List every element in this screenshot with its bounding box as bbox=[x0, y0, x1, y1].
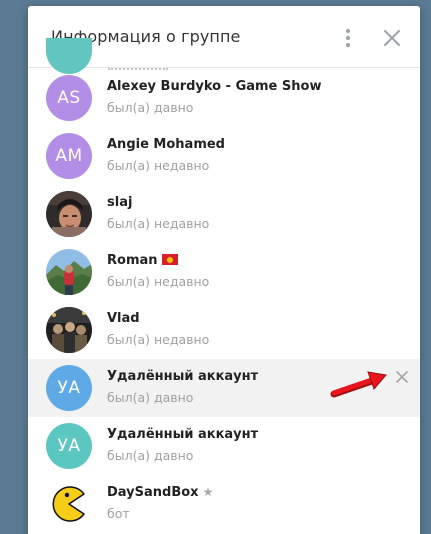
member-status: был(а) давно bbox=[107, 448, 194, 463]
member-status: был(а) недавно bbox=[107, 332, 210, 347]
close-button[interactable] bbox=[382, 28, 402, 48]
member-row[interactable]: УА Удалённый аккаунт был(а) давно bbox=[28, 417, 420, 475]
member-row-hovered[interactable]: УА Удалённый аккаунт был(а) давно bbox=[28, 359, 420, 417]
close-icon bbox=[384, 30, 400, 46]
member-status: был(а) недавно bbox=[107, 274, 210, 289]
member-name: Angie Mohamed bbox=[107, 137, 225, 152]
dot-icon bbox=[346, 36, 350, 40]
red-arrow-icon bbox=[330, 371, 387, 398]
member-name: Удалённый аккаунт bbox=[107, 369, 259, 384]
avatar-initials: AS bbox=[57, 88, 81, 108]
avatar: AM bbox=[46, 133, 92, 179]
member-status: был(а) недавно bbox=[107, 216, 210, 231]
remove-member-button[interactable] bbox=[395, 369, 409, 383]
more-menu-button[interactable] bbox=[340, 26, 356, 50]
photo-avatar bbox=[46, 191, 92, 237]
star-icon: ★ bbox=[202, 485, 214, 499]
member-status: был(а) недавно bbox=[107, 158, 210, 173]
kyrgyzstan-flag-icon bbox=[161, 254, 178, 265]
member-name: Roman bbox=[107, 253, 178, 268]
dot-icon bbox=[346, 29, 350, 33]
member-row[interactable]: slaj был(а) недавно bbox=[28, 185, 420, 243]
member-name: Vlad bbox=[107, 311, 140, 326]
avatar: УА bbox=[46, 423, 92, 469]
member-status: бот bbox=[107, 506, 130, 521]
member-name-text: Roman bbox=[107, 253, 158, 268]
avatar-initials: AM bbox=[55, 146, 83, 166]
member-row[interactable]: AM Angie Mohamed был(а) недавно bbox=[28, 127, 420, 185]
avatar-initials: УА bbox=[57, 378, 81, 398]
avatar: AS bbox=[46, 75, 92, 121]
member-name-text: DaySandBox bbox=[107, 485, 199, 500]
member-status: был(а) давно bbox=[107, 100, 194, 115]
member-row[interactable]: Vlad был(а) недавно bbox=[28, 301, 420, 359]
member-row[interactable]: Roman был(а) недавно bbox=[28, 243, 420, 301]
member-name: Удалённый аккаунт bbox=[107, 427, 259, 442]
member-name: slaj bbox=[107, 195, 133, 210]
avatar-initials: УА bbox=[57, 436, 81, 456]
dot-icon bbox=[346, 43, 350, 47]
member-row[interactable]: DaySandBox ★ бот bbox=[28, 475, 420, 533]
group-info-dialog: Информация о группе AS Alexey Burdyko - … bbox=[28, 6, 420, 534]
photo-avatar bbox=[46, 307, 92, 353]
pacman-avatar bbox=[46, 481, 92, 527]
close-icon bbox=[396, 371, 408, 383]
photo-avatar bbox=[46, 249, 92, 295]
member-row[interactable]: AS Alexey Burdyko - Game Show был(а) дав… bbox=[28, 69, 420, 127]
member-name: Alexey Burdyko - Game Show bbox=[107, 79, 322, 94]
member-name: DaySandBox ★ bbox=[107, 485, 213, 500]
avatar: УА bbox=[46, 365, 92, 411]
member-status: был(а) давно bbox=[107, 390, 194, 405]
